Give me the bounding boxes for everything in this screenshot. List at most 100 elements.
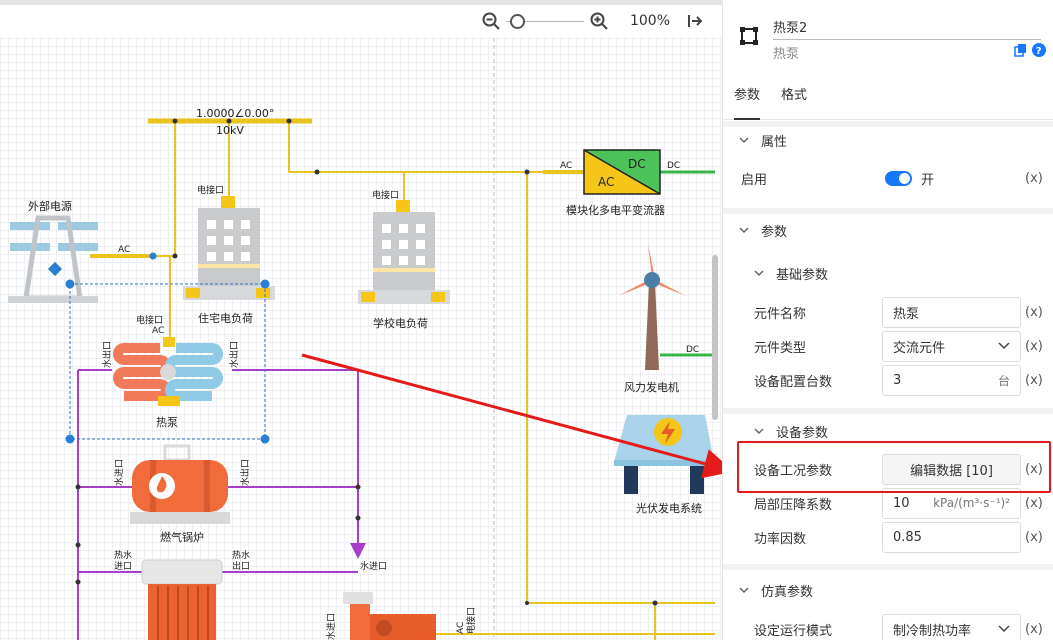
chevron-down-icon xyxy=(739,137,749,144)
section-sim[interactable]: 仿真参数 xyxy=(723,578,1053,602)
section-params[interactable]: 参数 xyxy=(723,218,1053,242)
pf-label: 功率因数 xyxy=(754,531,807,547)
pf-row: 功率因数 0.85 (x) xyxy=(723,520,1053,554)
name-row: 元件名称 热泵 (x) xyxy=(723,295,1053,329)
divider xyxy=(723,208,1053,214)
svg-text:AC: AC xyxy=(598,175,614,189)
bus-kv-label: 10kV xyxy=(216,124,244,137)
converter-icon[interactable]: DC AC xyxy=(583,149,661,195)
pump-side-label: 水进口 xyxy=(325,613,337,640)
type-select[interactable]: 交流元件 xyxy=(882,330,1021,362)
heatpump-ac-label: AC xyxy=(152,326,164,336)
condition-fx-button[interactable]: (x) xyxy=(1025,462,1043,477)
zoom-toolbar: 100% xyxy=(0,5,722,37)
count-value: 3 xyxy=(893,372,902,388)
pf-input[interactable]: 0.85 xyxy=(882,521,1021,553)
enable-label: 启用 xyxy=(741,172,768,188)
school-port-label: 电接口 xyxy=(372,189,399,201)
hx-in-label-2: 进口 xyxy=(114,561,132,572)
component-name[interactable]: 热泵2 xyxy=(773,17,1041,40)
condition-row: 设备工况参数 编辑数据 [10] (x) xyxy=(723,452,1053,486)
section-device-title: 设备参数 xyxy=(776,425,829,441)
pv-system-icon[interactable] xyxy=(614,415,714,494)
zoom-out-icon[interactable] xyxy=(480,10,502,32)
converter-label: 模块化多电平变流器 xyxy=(566,203,665,217)
section-attr-title: 属性 xyxy=(761,134,788,150)
chevron-down-icon xyxy=(754,270,764,277)
pump-icon[interactable] xyxy=(343,592,436,640)
enable-toggle[interactable] xyxy=(885,170,912,186)
school-label: 学校电负荷 xyxy=(373,316,428,330)
circuit-diagram[interactable]: 1.0000∠0.00° 10kV 外部电源 AC 电接口 住宅电负荷 电接口 … xyxy=(0,0,722,640)
residential-label: 住宅电负荷 xyxy=(198,311,253,325)
pressure-value: 10 xyxy=(893,495,910,511)
mode-select[interactable]: 制冷制热功率 xyxy=(882,613,1021,640)
type-value: 交流元件 xyxy=(893,340,946,356)
component-type: 热泵 xyxy=(773,47,800,62)
heatpump-label: 热泵 xyxy=(156,416,178,429)
diagram-canvas[interactable]: 1.0000∠0.00° 10kV 外部电源 AC 电接口 住宅电负荷 电接口 … xyxy=(0,0,722,640)
pressure-fx-button[interactable]: (x) xyxy=(1025,496,1043,511)
pressure-unit: kPa/(m³·s⁻¹)² xyxy=(933,496,1010,510)
app-window: 1.0000∠0.00° 10kV 外部电源 AC 电接口 住宅电负荷 电接口 … xyxy=(0,0,1053,640)
divider xyxy=(723,408,1053,414)
pf-fx-button[interactable]: (x) xyxy=(1025,530,1043,545)
name-input[interactable]: 热泵 xyxy=(882,296,1021,328)
canvas-scrollbar[interactable] xyxy=(712,255,718,420)
chevron-down-icon xyxy=(754,428,764,435)
heatpump-icon[interactable] xyxy=(113,337,223,406)
ac-label: AC xyxy=(118,245,130,255)
count-row: 设备配置台数 3台 (x) xyxy=(723,363,1053,397)
zoom-slider[interactable] xyxy=(505,10,584,32)
bus-voltage-label: 1.0000∠0.00° xyxy=(196,107,274,120)
section-sim-title: 仿真参数 xyxy=(761,584,814,600)
tab-format[interactable]: 格式 xyxy=(781,80,807,120)
panel-tabs: 参数 格式 xyxy=(723,80,1053,120)
mode-label: 设定运行模式 xyxy=(754,623,833,639)
pressure-row: 局部压降系数 10 kPa/(m³·s⁻¹)² (x) xyxy=(723,486,1053,520)
tab-params[interactable]: 参数 xyxy=(734,80,761,120)
boiler-water-in-label: 水进口 xyxy=(113,459,125,486)
boiler-label: 燃气锅炉 xyxy=(160,530,204,544)
wind-turbine-icon[interactable] xyxy=(618,244,686,370)
pressure-input[interactable]: 10 kPa/(m³·s⁻¹)² xyxy=(882,487,1021,519)
heat-exchanger-icon[interactable] xyxy=(141,559,223,640)
enable-state: 开 xyxy=(921,172,935,188)
section-basic[interactable]: 基础参数 xyxy=(723,261,1053,285)
type-label: 元件类型 xyxy=(754,340,807,356)
svg-text:DC: DC xyxy=(628,157,646,171)
count-input[interactable]: 3台 xyxy=(882,364,1021,396)
help-icon[interactable]: ? xyxy=(1032,43,1046,57)
copy-icon[interactable] xyxy=(1014,43,1028,57)
boiler-water-out-label: 水出口 xyxy=(239,459,251,486)
zoom-in-icon[interactable] xyxy=(588,10,610,32)
external-source-icon[interactable] xyxy=(8,215,98,303)
hx-in-label-1: 热水 xyxy=(114,549,132,561)
mode-row: 设定运行模式 制冷制热功率 (x) xyxy=(723,612,1053,640)
condition-label: 设备工况参数 xyxy=(754,463,833,479)
type-row: 元件类型 交流元件 (x) xyxy=(723,329,1053,363)
section-device[interactable]: 设备参数 xyxy=(723,419,1053,443)
chevron-down-icon xyxy=(998,342,1010,350)
edit-data-button[interactable]: 编辑数据 [10] xyxy=(882,453,1021,485)
count-label: 设备配置台数 xyxy=(754,374,833,390)
divider xyxy=(723,121,1053,127)
section-params-title: 参数 xyxy=(761,224,788,240)
count-fx-button[interactable]: (x) xyxy=(1025,373,1043,388)
mode-fx-button[interactable]: (x) xyxy=(1025,622,1043,637)
type-fx-button[interactable]: (x) xyxy=(1025,339,1043,354)
zoom-slider-handle[interactable] xyxy=(509,14,525,29)
name-label: 元件名称 xyxy=(754,306,807,322)
component-icon xyxy=(740,27,758,45)
pump-water-in-label: 水进口 xyxy=(360,560,387,572)
section-attr[interactable]: 属性 xyxy=(723,128,1053,152)
name-fx-button[interactable]: (x) xyxy=(1025,305,1043,320)
enable-fx-button[interactable]: (x) xyxy=(1025,171,1043,186)
gas-boiler-icon[interactable] xyxy=(130,444,230,524)
mode-value: 制冷制热功率 xyxy=(893,623,972,639)
residential-port-label: 电接口 xyxy=(197,184,224,196)
school-load-icon[interactable] xyxy=(358,200,450,304)
chevron-down-icon xyxy=(998,625,1010,633)
wind-label: 风力发电机 xyxy=(624,380,679,394)
collapse-panel-icon[interactable] xyxy=(684,10,706,32)
